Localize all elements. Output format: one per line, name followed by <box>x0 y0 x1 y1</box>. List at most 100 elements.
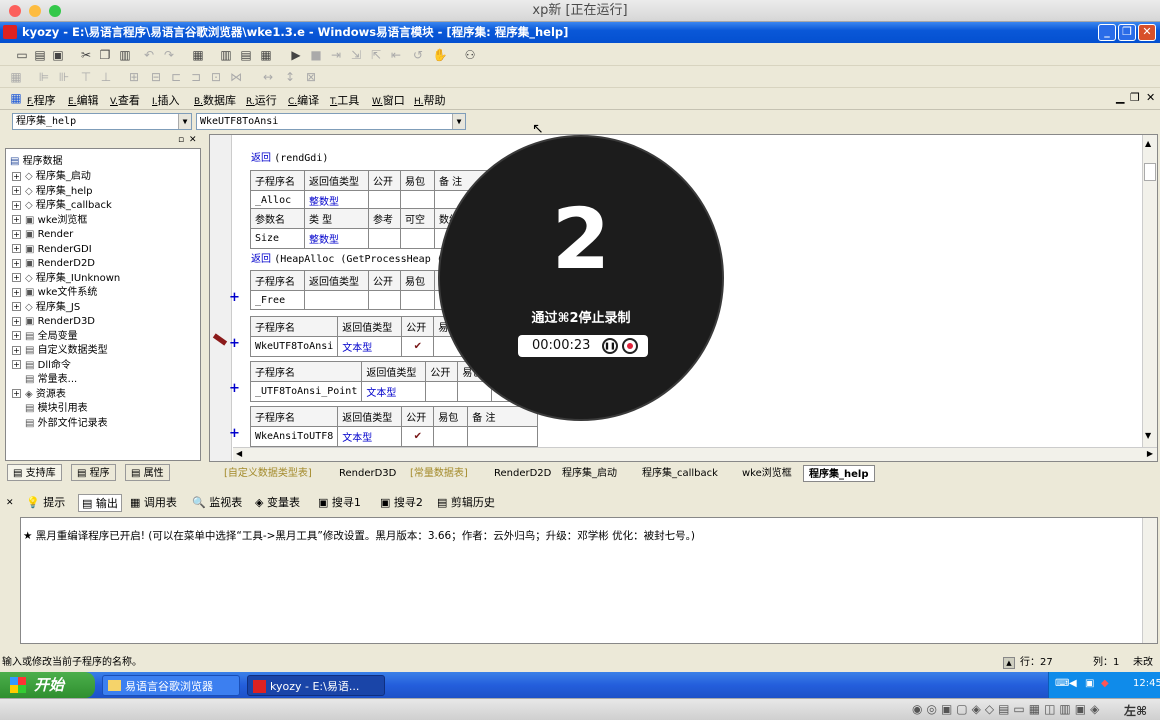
open-folder-icon[interactable]: ▤ <box>32 47 48 63</box>
expand-icon[interactable]: + <box>12 287 21 297</box>
space-v-icon[interactable]: ↔ <box>260 69 276 85</box>
tray-arrow-icon[interactable]: ◀ <box>1069 678 1077 689</box>
stop-record-icon[interactable] <box>622 338 638 354</box>
tab-clip-history[interactable]: ▤ 剪辑历史 <box>437 494 495 510</box>
expand-sub-icon[interactable]: + <box>229 426 240 441</box>
tree-item[interactable]: ▤ 模块引用表 <box>12 402 88 417</box>
expand-icon[interactable]: + <box>12 215 21 224</box>
align-top-icon[interactable]: ⊤ <box>78 69 94 85</box>
scroll-left-icon[interactable]: ◀ <box>236 449 242 458</box>
tab-variables[interactable]: ◈ 变量表 <box>255 494 300 510</box>
hand-icon[interactable]: ✋ <box>432 47 448 63</box>
restore-button[interactable]: ❐ <box>1118 24 1136 41</box>
tab-hint[interactable]: 💡 提示 <box>26 494 65 510</box>
undo-icon[interactable]: ↶ <box>141 47 157 63</box>
menu-edit[interactable]: E.编辑 <box>68 92 99 108</box>
output-panel[interactable]: ★ 黑月重编译程序已开启! (可以在菜单中选择“工具->黑月工具”修改设置。黑月… <box>20 517 1158 644</box>
tree-item[interactable]: + ▤ Dll命令 <box>12 359 71 374</box>
output-scrollbar[interactable] <box>1142 518 1157 643</box>
step1-icon[interactable]: ⇥ <box>328 47 344 63</box>
bottom-panel-close-icon[interactable]: ✕ <box>6 498 14 508</box>
menu-database[interactable]: B.数据库 <box>194 92 236 108</box>
same-size-icon[interactable]: ⊡ <box>208 69 224 85</box>
scroll-right-icon[interactable]: ▶ <box>1147 449 1153 458</box>
panel-pin-icon[interactable]: ▫ <box>178 135 184 145</box>
tree-item[interactable]: + ▤ 全局变量 <box>12 330 78 345</box>
tree-item[interactable]: + ▣ wke文件系统 <box>12 286 97 301</box>
tree-item[interactable]: + ◇ 程序集_help <box>12 185 93 200</box>
expand-icon[interactable]: + <box>12 171 21 181</box>
size-icon[interactable]: ↕ <box>282 69 298 85</box>
menu-compile[interactable]: C.编译 <box>288 92 319 108</box>
zoom-dot[interactable] <box>49 5 61 17</box>
doc-tab-startup[interactable]: 程序集_启动 <box>557 465 622 482</box>
expand-icon[interactable]: + <box>12 200 21 210</box>
doc-tab-constants[interactable]: [常量数据表] <box>405 465 473 482</box>
tab-program[interactable]: ▤ 程序 <box>71 464 116 481</box>
tree-item[interactable]: + ◇ 程序集_IUnknown <box>12 272 120 287</box>
minimize-dot[interactable] <box>29 5 41 17</box>
panel-close-icon[interactable]: ✕ <box>189 135 197 145</box>
tab-call-table[interactable]: ▦ 调用表 <box>130 494 177 510</box>
tree-item[interactable]: + ◈ 资源表 <box>12 388 66 403</box>
center-v-icon[interactable]: ⊟ <box>148 69 164 85</box>
menu-program[interactable]: F.程序 <box>27 92 56 108</box>
tree-item[interactable]: + ▤ 自定义数据类型 <box>12 344 108 359</box>
child-restore-icon[interactable]: ❐ <box>1130 91 1140 104</box>
tab-output[interactable]: ▤ 输出 <box>78 494 122 512</box>
expand-icon[interactable]: + <box>12 360 21 369</box>
space-h-icon[interactable]: ⋈ <box>228 69 244 85</box>
close-dot[interactable] <box>9 5 21 17</box>
method-combo[interactable]: WkeUTF8ToAnsi ▼ <box>196 113 466 130</box>
child-minimize-icon[interactable]: ▁ <box>1116 91 1124 104</box>
start-button[interactable]: 开始 <box>0 672 95 698</box>
method-combo-arrow-icon[interactable]: ▼ <box>452 114 465 129</box>
step5-icon[interactable]: ↺ <box>410 47 426 63</box>
menu-run[interactable]: R.运行 <box>246 92 277 108</box>
expand-icon[interactable]: + <box>12 186 21 195</box>
class-combo[interactable]: 程序集_help ▼ <box>12 113 192 130</box>
tree-item[interactable]: + ◇ 程序集_启动 <box>12 170 91 185</box>
tab-search1[interactable]: ▣ 搜寻1 <box>318 494 361 510</box>
menu-help[interactable]: H.帮助 <box>414 92 445 108</box>
expand-icon[interactable]: + <box>12 229 21 239</box>
tab-properties[interactable]: ▤ 属性 <box>125 464 170 481</box>
doc-tab-help[interactable]: 程序集_help <box>803 465 875 482</box>
doc-tab-renderd3d[interactable]: RenderD3D <box>334 465 401 482</box>
tab-watch[interactable]: 🔍 监视表 <box>192 494 242 510</box>
scroll-up-icon[interactable]: ▲ <box>1145 139 1151 148</box>
redo-icon[interactable]: ↷ <box>161 47 177 63</box>
find-icon[interactable]: ▦ <box>190 47 206 63</box>
stop-icon[interactable]: ■ <box>308 47 324 63</box>
copy-icon[interactable]: ❐ <box>97 47 113 63</box>
tree-item[interactable]: + ▣ RenderD3D <box>12 315 95 330</box>
shield-icon[interactable]: ◆ <box>1101 678 1109 689</box>
center-h-icon[interactable]: ⊞ <box>126 69 142 85</box>
step4-icon[interactable]: ⇤ <box>388 47 404 63</box>
pause-icon[interactable]: ❚❚ <box>602 338 618 354</box>
taskbar-btn-ide[interactable]: kyozy - E:\易语... <box>247 675 385 696</box>
expand-icon[interactable]: + <box>12 345 21 355</box>
keyboard-icon[interactable]: ⌨ <box>1055 678 1069 689</box>
expand-icon[interactable]: + <box>12 316 21 326</box>
same-width-icon[interactable]: ⊏ <box>168 69 184 85</box>
expand-icon[interactable]: + <box>12 302 21 311</box>
expand-sub-icon[interactable]: + <box>229 290 240 305</box>
binoculars-icon[interactable]: ⚇ <box>462 47 478 63</box>
expand-icon[interactable]: + <box>12 273 21 282</box>
doc-tab-custom-types[interactable]: [自定义数据类型表] <box>219 465 317 482</box>
minimize-button[interactable]: _ <box>1098 24 1116 41</box>
step3-icon[interactable]: ⇱ <box>368 47 384 63</box>
paste-icon[interactable]: ▥ <box>117 47 133 63</box>
new-file-icon[interactable]: ▭ <box>14 47 30 63</box>
expand-icon[interactable]: + <box>12 389 21 398</box>
tree-item[interactable]: + ▣ RenderGDI <box>12 243 92 258</box>
tree-item[interactable]: ▤ 常量表... <box>12 373 77 388</box>
same-height-icon[interactable]: ⊐ <box>188 69 204 85</box>
layout3-icon[interactable]: ▦ <box>258 47 274 63</box>
scroll-down-icon[interactable]: ▼ <box>1145 431 1151 440</box>
tree-item[interactable]: + ◇ 程序集_callback <box>12 199 112 214</box>
run-icon[interactable]: ▶ <box>288 47 304 63</box>
expand-icon[interactable]: + <box>12 258 21 268</box>
status-scroll-icon[interactable]: ▲ <box>1003 657 1015 669</box>
